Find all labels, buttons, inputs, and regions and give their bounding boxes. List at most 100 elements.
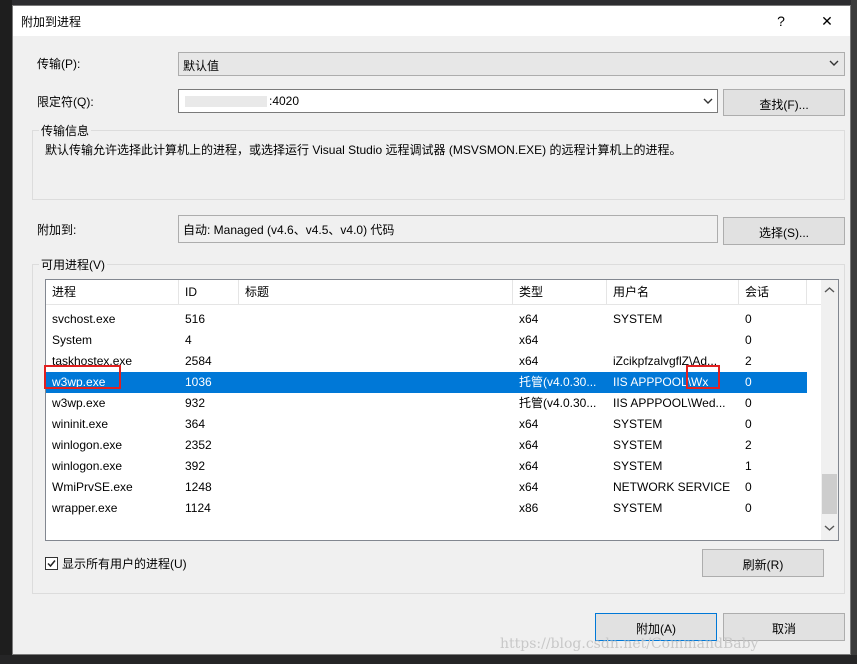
- process-row[interactable]: w3wp.exe 932 托管(v4.0.30... IIS APPPOOL\Wed.…: [46, 393, 807, 414]
- process-cell-id: 932: [185, 396, 206, 410]
- process-cell-type: 托管(v4.0.30...: [519, 375, 597, 389]
- transport-label: 传输(P):: [37, 57, 81, 71]
- attach-button-label: 附加(A): [636, 622, 676, 636]
- process-row[interactable]: svchost.exe 516 x64 SYSTEM 0: [46, 309, 807, 330]
- process-cell-type: x64: [519, 480, 539, 494]
- column-header-process[interactable]: 进程: [46, 280, 179, 304]
- process-cell-session: 0: [745, 480, 752, 494]
- list-scrollbar[interactable]: [821, 280, 838, 540]
- scroll-up-icon[interactable]: [824, 286, 835, 294]
- qualifier-value: :4020: [269, 94, 300, 108]
- process-cell-id: 1248: [185, 480, 212, 494]
- process-cell-name: w3wp.exe: [52, 396, 106, 410]
- process-cell-id: 1124: [185, 501, 211, 515]
- process-cell-type: x64: [519, 354, 539, 368]
- process-cell-title: [239, 414, 519, 435]
- process-cell-user: IIS APPPOOL\Wed...: [613, 396, 726, 410]
- process-cell-title: [239, 393, 519, 414]
- process-list[interactable]: 进程 ID 标题 类型 用户名 会话 svchost.exe 516 x64 SYST…: [45, 279, 839, 541]
- process-cell-user: SYSTEM: [613, 312, 663, 326]
- process-cell-name: wininit.exe: [52, 417, 109, 431]
- redacted-host: [185, 96, 267, 107]
- process-cell-user: SYSTEM: [613, 459, 663, 473]
- show-all-users-checkbox[interactable]: [45, 557, 58, 570]
- list-header: 进程 ID 标题 类型 用户名 会话: [46, 280, 838, 305]
- process-cell-id: 516: [185, 312, 206, 326]
- process-row[interactable]: wininit.exe 364 x64 SYSTEM 0: [46, 414, 807, 435]
- process-cell-id: 392: [185, 459, 206, 473]
- find-button[interactable]: 查找(F)...: [723, 89, 845, 116]
- process-cell-type: x64: [519, 438, 539, 452]
- process-cell-session: 0: [745, 333, 752, 347]
- process-row[interactable]: WmiPrvSE.exe 1248 x64 NETWORK SERVICE 0: [46, 477, 807, 498]
- find-button-label: 查找(F)...: [759, 98, 809, 112]
- transport-info-text: 默认传输允许选择此计算机上的进程，或选择运行 Visual Studio 远程调…: [45, 143, 682, 157]
- process-cell-user: iZcikpfzalvgflZ\Ad...: [613, 354, 718, 368]
- process-cell-title: [239, 477, 519, 498]
- process-cell-type: x64: [519, 459, 539, 473]
- process-cell-title: [239, 309, 519, 330]
- refresh-button[interactable]: 刷新(R): [702, 549, 824, 577]
- process-cell-session: 1: [745, 459, 752, 473]
- scrollbar-thumb[interactable]: [822, 474, 837, 514]
- chevron-down-icon: [829, 60, 839, 66]
- attach-to-value: 自动: Managed (v4.6、v4.5、v4.0) 代码: [183, 223, 395, 237]
- process-cell-name: svchost.exe: [52, 312, 116, 326]
- scroll-down-icon[interactable]: [824, 524, 835, 532]
- process-cell-title: [239, 498, 519, 519]
- process-cell-type: x64: [519, 312, 539, 326]
- process-cell-id: 2352: [185, 438, 212, 452]
- refresh-button-label: 刷新(R): [742, 558, 784, 572]
- highlight-box-user: [686, 365, 720, 389]
- background-status: [0, 655, 857, 664]
- column-header-type[interactable]: 类型: [513, 280, 607, 304]
- process-row[interactable]: winlogon.exe 2352 x64 SYSTEM 2: [46, 435, 807, 456]
- qualifier-combo[interactable]: :4020: [178, 89, 718, 113]
- process-cell-title: [239, 330, 519, 351]
- process-row[interactable]: wrapper.exe 1124 x86 SYSTEM 0: [46, 498, 807, 519]
- process-cell-id: 4: [185, 333, 192, 347]
- process-cell-user: [607, 330, 745, 351]
- processes-label: 可用进程(V): [39, 256, 107, 273]
- transport-value: 默认值: [183, 59, 220, 73]
- process-cell-session: 0: [745, 396, 752, 410]
- transport-combo[interactable]: 默认值: [178, 52, 845, 76]
- process-cell-session: 0: [745, 375, 752, 389]
- transport-info-label: 传输信息: [39, 122, 92, 139]
- close-button[interactable]: ✕: [817, 11, 837, 31]
- process-cell-user: IIS APPPOOL\Wx: [613, 375, 709, 389]
- background-editor-right: [851, 0, 857, 664]
- process-cell-name: winlogon.exe: [52, 459, 123, 473]
- process-cell-name: winlogon.exe: [52, 438, 123, 452]
- column-header-title[interactable]: 标题: [239, 280, 513, 304]
- column-header-id[interactable]: ID: [179, 280, 239, 304]
- chevron-down-icon: [703, 98, 713, 104]
- help-button[interactable]: ?: [771, 11, 791, 31]
- process-cell-name: WmiPrvSE.exe: [52, 480, 133, 494]
- column-header-session[interactable]: 会话: [739, 280, 807, 304]
- select-button-label: 选择(S)...: [759, 226, 809, 240]
- process-cell-name: System: [52, 333, 93, 347]
- process-cell-session: 0: [745, 312, 752, 326]
- process-row[interactable]: System 4 x64 0: [46, 330, 807, 351]
- title-bar: 附加到进程 ? ✕: [13, 6, 850, 36]
- attach-to-field: 自动: Managed (v4.6、v4.5、v4.0) 代码: [178, 215, 718, 243]
- process-cell-title: [239, 372, 519, 393]
- attach-to-process-dialog: 附加到进程 ? ✕ 传输(P): 默认值 限定符(Q): :4020 查找(F)…: [12, 5, 851, 655]
- cancel-button-label: 取消: [771, 622, 796, 636]
- select-button[interactable]: 选择(S)...: [723, 217, 845, 245]
- show-all-users-label[interactable]: 显示所有用户的进程(U): [62, 555, 187, 572]
- qualifier-label: 限定符(Q):: [37, 95, 94, 109]
- process-cell-user: SYSTEM: [613, 417, 663, 431]
- process-cell-title: [239, 351, 519, 372]
- process-row[interactable]: winlogon.exe 392 x64 SYSTEM 1: [46, 456, 807, 477]
- process-cell-title: [239, 435, 519, 456]
- checkmark-icon: [47, 560, 56, 568]
- process-cell-id: 364: [185, 417, 206, 431]
- attach-to-label: 附加到:: [37, 223, 77, 237]
- column-header-user[interactable]: 用户名: [607, 280, 739, 304]
- highlight-box-process: [44, 365, 121, 389]
- process-cell-session: 0: [745, 501, 752, 515]
- process-cell-user: NETWORK SERVICE: [613, 480, 731, 494]
- watermark: https://blog.csdn.net/CommandBaby: [500, 636, 759, 652]
